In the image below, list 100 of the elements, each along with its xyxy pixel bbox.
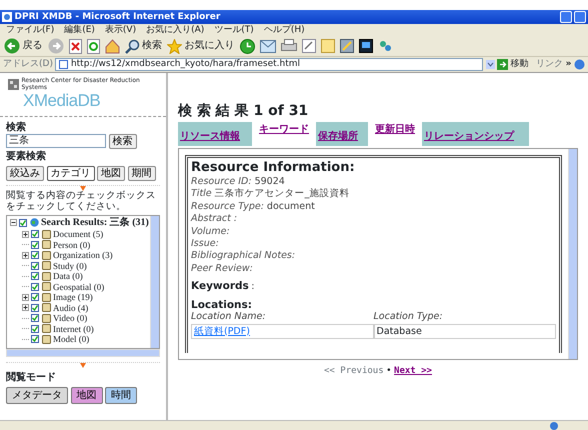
checkbox[interactable]: [31, 262, 39, 270]
menu-item[interactable]: お気に入り(A): [146, 24, 204, 36]
colon-text: :: [251, 281, 254, 294]
filter-button[interactable]: 地図: [97, 166, 125, 181]
menu-item[interactable]: ヘルプ(H): [264, 24, 305, 36]
field-text: Issue:: [191, 238, 220, 250]
vertical-scrollbar[interactable]: [568, 149, 577, 360]
checkbox[interactable]: [31, 282, 39, 291]
dropdown-icon[interactable]: [486, 60, 495, 69]
field-text: Peer Review:: [191, 262, 254, 276]
checkbox[interactable]: [31, 293, 39, 302]
checkbox[interactable]: [31, 240, 39, 249]
printer-icon[interactable]: [280, 39, 296, 53]
field-text: Volume:: [191, 226, 231, 238]
logo-text: XMediaDB: [22, 91, 102, 112]
vertical-scrollbar[interactable]: [150, 216, 159, 348]
home-icon[interactable]: [104, 38, 120, 54]
address-label: アドレス(D): [3, 59, 53, 70]
tab[interactable]: キーワード: [257, 122, 311, 146]
expand-icon[interactable]: [22, 230, 28, 238]
search-icon: [124, 38, 140, 54]
checkbox[interactable]: [31, 314, 39, 322]
checkbox[interactable]: [19, 218, 27, 227]
section-heading: Resource Information:: [191, 160, 356, 176]
checkbox[interactable]: [31, 324, 39, 333]
field-text: Abstract :: [191, 213, 238, 226]
more-button[interactable]: »: [566, 59, 572, 70]
favorites-button[interactable]: お気に入り: [167, 38, 234, 54]
filter-button[interactable]: 期間: [128, 166, 156, 181]
globe-icon: [550, 422, 558, 430]
people-icon[interactable]: [378, 39, 392, 53]
results-heading: 検 索 結 果 1 of 31: [178, 103, 310, 120]
window-title: DPRI XMDB - Microsoft Internet Explorer: [14, 12, 220, 22]
expand-icon[interactable]: [22, 294, 28, 301]
section-heading: Locations:: [191, 298, 253, 312]
filter-button[interactable]: カテゴリ: [46, 166, 94, 181]
view-mode-button[interactable]: 時間: [105, 386, 137, 404]
mail-icon[interactable]: [260, 40, 276, 52]
checkbox[interactable]: [31, 335, 39, 344]
tree-item[interactable]: Video (0): [53, 313, 88, 324]
go-button[interactable]: 移動: [497, 59, 529, 70]
stop-icon[interactable]: [68, 38, 82, 54]
search-button[interactable]: 検索: [108, 134, 136, 149]
section-heading: Keywords: [191, 280, 249, 293]
tree-item[interactable]: Person (0): [53, 240, 90, 250]
expand-icon[interactable]: [22, 252, 28, 259]
column-header: Location Type:: [374, 311, 444, 324]
tree-item[interactable]: Search Results: 三条 (31): [41, 216, 149, 230]
down-triangle-icon: [80, 186, 86, 191]
checkbox[interactable]: [31, 272, 39, 280]
table-cell: Database: [374, 324, 556, 339]
refresh-icon[interactable]: [86, 38, 100, 54]
tree-item[interactable]: Image (19): [53, 292, 93, 303]
collapse-icon[interactable]: [10, 219, 16, 226]
field-text: Bibliographical Notes:: [191, 250, 296, 263]
checkbox[interactable]: [31, 230, 39, 238]
tree-item[interactable]: Geospatial (0): [53, 282, 104, 292]
horizontal-scrollbar[interactable]: [6, 349, 160, 358]
field-text: Resource Type: document: [191, 200, 316, 214]
tree-item[interactable]: Study (0): [53, 260, 87, 272]
back-button[interactable]: 戻る: [4, 38, 42, 54]
tab[interactable]: 保存場所: [316, 122, 368, 146]
search-field[interactable]: 三条: [6, 134, 106, 148]
go-arrow-icon: [497, 59, 508, 70]
view-mode-button[interactable]: メタデータ: [6, 386, 68, 404]
menu-item[interactable]: ファイル(F): [6, 24, 54, 36]
expand-icon[interactable]: [22, 304, 28, 312]
tab[interactable]: 更新日時: [373, 122, 417, 146]
page-icon: [59, 60, 68, 69]
checkbox[interactable]: [31, 304, 39, 312]
view-mode-button[interactable]: 地図: [70, 386, 102, 404]
menu-item[interactable]: 表示(V): [104, 24, 136, 36]
search-label: 検索: [6, 122, 27, 134]
tree-item[interactable]: Data (0): [53, 271, 83, 282]
tab[interactable]: リソース情報: [178, 122, 252, 146]
checkbox[interactable]: [31, 251, 39, 260]
tree-item[interactable]: Organization (3): [53, 250, 113, 261]
tree-item[interactable]: Document (5): [53, 229, 104, 240]
menu-item[interactable]: ツール(T): [214, 24, 254, 36]
next-link[interactable]: Next >>: [394, 366, 432, 378]
maximize-button[interactable]: [574, 11, 586, 23]
tree-item[interactable]: Internet (0): [53, 324, 94, 334]
tools-icon[interactable]: [340, 39, 354, 53]
edit-icon[interactable]: [302, 39, 316, 53]
address-field[interactable]: http://ws12/xmdbsearch_kyoto/hara/frameset.html: [55, 58, 484, 71]
tree-item[interactable]: Model (0): [53, 334, 90, 345]
field-text: Resource ID: 59024: [191, 176, 286, 188]
media-icon[interactable]: [358, 39, 372, 53]
search-button[interactable]: 検索: [124, 38, 162, 54]
column-header: Location Name:: [191, 311, 267, 324]
element-search-label: 要素検索: [6, 151, 47, 164]
history-icon[interactable]: [240, 38, 254, 54]
tree-item[interactable]: Audio (4): [53, 302, 88, 314]
minimize-button[interactable]: [560, 11, 572, 23]
tab[interactable]: リレーションシップ: [422, 122, 529, 146]
ie-icon[interactable]: [574, 59, 585, 70]
separator-dot: •: [386, 366, 392, 378]
filter-button[interactable]: 絞込み: [6, 166, 44, 181]
menu-item[interactable]: 編集(E): [64, 24, 95, 36]
down-triangle-icon: [80, 363, 86, 368]
